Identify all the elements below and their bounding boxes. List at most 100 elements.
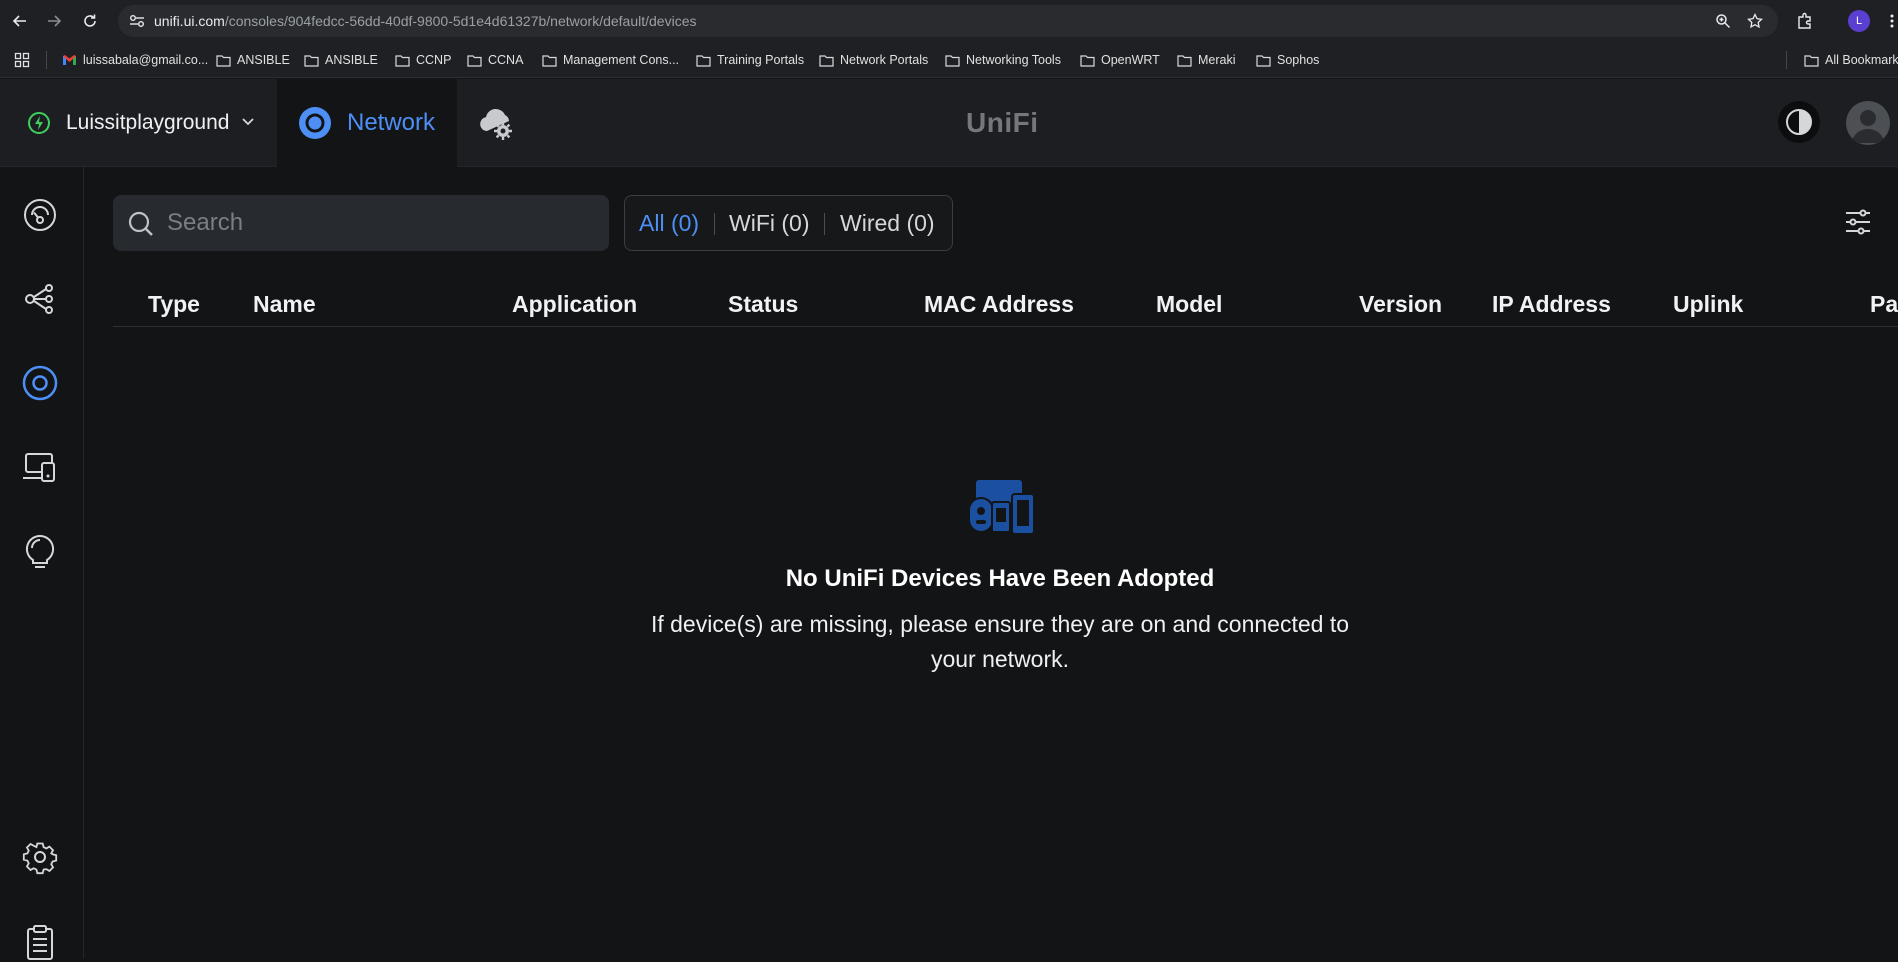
forward-icon[interactable]	[42, 9, 66, 33]
folder-icon	[819, 54, 834, 67]
column-header-type[interactable]: Type	[148, 291, 200, 318]
url-host: unifi.ui.com	[154, 13, 225, 29]
bookmark-label: OpenWRT	[1101, 53, 1160, 67]
bookmark-folder[interactable]: Networking Tools	[945, 51, 1061, 69]
bookmark-label: ANSIBLE	[237, 53, 290, 67]
tab-network[interactable]: Network	[277, 79, 457, 167]
url-text: unifi.ui.com/consoles/904fedcc-56dd-40df…	[154, 13, 696, 29]
devices-nav-icon[interactable]	[20, 363, 60, 403]
app-header: Luissitplayground Network UniFi	[0, 79, 1898, 167]
folder-icon	[395, 54, 410, 67]
empty-state-title: No UniFi Devices Have Been Adopted	[785, 565, 1215, 592]
column-header-version[interactable]: Version	[1359, 291, 1442, 318]
all-bookmarks-folder[interactable]: All Bookmarks	[1804, 51, 1898, 69]
column-header-mac-address[interactable]: MAC Address	[924, 291, 1074, 318]
folder-icon	[1256, 54, 1271, 67]
filter-all[interactable]: All (0)	[639, 210, 699, 237]
bookmarks-bar: luissabala@gmail.co... ANSIBLE ANSIBLE C…	[0, 42, 1898, 78]
bookmark-label: All Bookmarks	[1825, 53, 1898, 67]
bookmark-label: Meraki	[1198, 53, 1236, 67]
bookmark-star-icon[interactable]	[1745, 11, 1765, 31]
left-nav-rail	[0, 167, 84, 960]
bookmark-label: CCNA	[488, 53, 524, 67]
settings-gear-icon[interactable]	[20, 837, 60, 877]
bookmark-folder[interactable]: Network Portals	[819, 51, 928, 69]
unifi-logo: UniFi	[966, 107, 1039, 138]
folder-icon	[1080, 54, 1095, 67]
user-avatar[interactable]	[1846, 101, 1890, 145]
search-input[interactable]	[167, 207, 587, 239]
no-devices-icon	[968, 480, 1035, 536]
site-switcher[interactable]: Luissitplayground	[0, 79, 276, 167]
logs-clipboard-icon[interactable]	[20, 922, 60, 962]
device-search[interactable]	[113, 195, 609, 251]
column-header-model[interactable]: Model	[1156, 291, 1222, 318]
zoom-icon[interactable]	[1713, 11, 1733, 31]
bookmark-label: Training Portals	[717, 53, 805, 67]
bookmark-label: luissabala@gmail.co...	[83, 53, 209, 67]
device-type-filter: All (0) WiFi (0) Wired (0)	[624, 195, 953, 251]
bookmark-label: CCNP	[416, 53, 452, 67]
bookmark-label: Networking Tools	[966, 53, 1061, 67]
folder-icon	[696, 54, 711, 67]
bookmark-folder[interactable]: CCNP	[395, 51, 451, 69]
reload-icon[interactable]	[78, 9, 102, 33]
profile-avatar[interactable]: L	[1848, 10, 1870, 32]
bookmark-folder[interactable]: Management Cons...	[542, 51, 679, 69]
site-status-icon	[28, 112, 50, 134]
bookmark-folder[interactable]: ANSIBLE	[216, 51, 290, 69]
insights-icon[interactable]	[20, 531, 60, 571]
cloud-settings-icon[interactable]	[477, 103, 517, 143]
folder-icon	[216, 54, 231, 67]
column-header-uplink[interactable]: Uplink	[1673, 291, 1743, 318]
folder-icon	[1804, 54, 1819, 67]
folder-icon	[304, 54, 319, 67]
clients-icon[interactable]	[20, 447, 60, 487]
column-header-status[interactable]: Status	[728, 291, 798, 318]
browser-menu-icon[interactable]	[1882, 11, 1898, 31]
column-header-application[interactable]: Application	[512, 291, 637, 318]
folder-icon	[467, 54, 482, 67]
filter-divider	[714, 213, 715, 235]
column-settings-icon[interactable]	[1843, 207, 1873, 237]
extensions-icon[interactable]	[1795, 11, 1815, 31]
bookmark-folder[interactable]: ANSIBLE	[304, 51, 378, 69]
bookmark-gmail[interactable]: luissabala@gmail.co...	[62, 51, 208, 69]
folder-icon	[542, 54, 557, 67]
back-icon[interactable]	[8, 9, 32, 33]
search-icon	[128, 211, 153, 236]
tab-network-label: Network	[347, 109, 436, 136]
address-bar[interactable]: unifi.ui.com/consoles/904fedcc-56dd-40df…	[118, 5, 1778, 37]
dashboard-icon[interactable]	[20, 195, 60, 235]
bookmark-folder[interactable]: Meraki	[1177, 51, 1236, 69]
filter-wired[interactable]: Wired (0)	[840, 210, 935, 237]
browser-toolbar: unifi.ui.com/consoles/904fedcc-56dd-40df…	[0, 0, 1898, 42]
column-header-ip-address[interactable]: IP Address	[1492, 291, 1611, 318]
bookmark-folder[interactable]: CCNA	[467, 51, 523, 69]
topology-icon[interactable]	[20, 279, 60, 319]
bookmark-label: Sophos	[1277, 53, 1320, 67]
url-path: /consoles/904fedcc-56dd-40df-9800-5d1e4d…	[224, 13, 697, 29]
filter-wifi[interactable]: WiFi (0)	[729, 210, 809, 237]
bookmark-label: Management Cons...	[563, 53, 680, 67]
site-info-icon[interactable]	[126, 10, 148, 32]
chevron-down-icon	[242, 118, 254, 126]
theme-toggle-icon[interactable]	[1778, 101, 1820, 143]
column-header-parent[interactable]: Pa	[1870, 291, 1898, 318]
apps-icon[interactable]	[14, 51, 30, 69]
folder-icon	[1177, 54, 1192, 67]
device-table-header: Type Name Application Status MAC Address…	[113, 284, 1898, 327]
bookmark-label: Network Portals	[840, 53, 929, 67]
bookmark-divider	[46, 51, 47, 69]
empty-state-description: If device(s) are missing, please ensure …	[650, 611, 1350, 672]
bookmark-label: ANSIBLE	[325, 53, 378, 67]
bookmark-divider	[1786, 51, 1787, 69]
column-header-name[interactable]: Name	[253, 291, 316, 318]
gmail-icon	[63, 55, 76, 65]
folder-icon	[945, 54, 960, 67]
bookmark-folder[interactable]: OpenWRT	[1080, 51, 1160, 69]
filter-divider	[824, 213, 825, 235]
bookmark-folder[interactable]: Sophos	[1256, 51, 1319, 69]
network-app-icon	[299, 107, 331, 139]
bookmark-folder[interactable]: Training Portals	[696, 51, 804, 69]
